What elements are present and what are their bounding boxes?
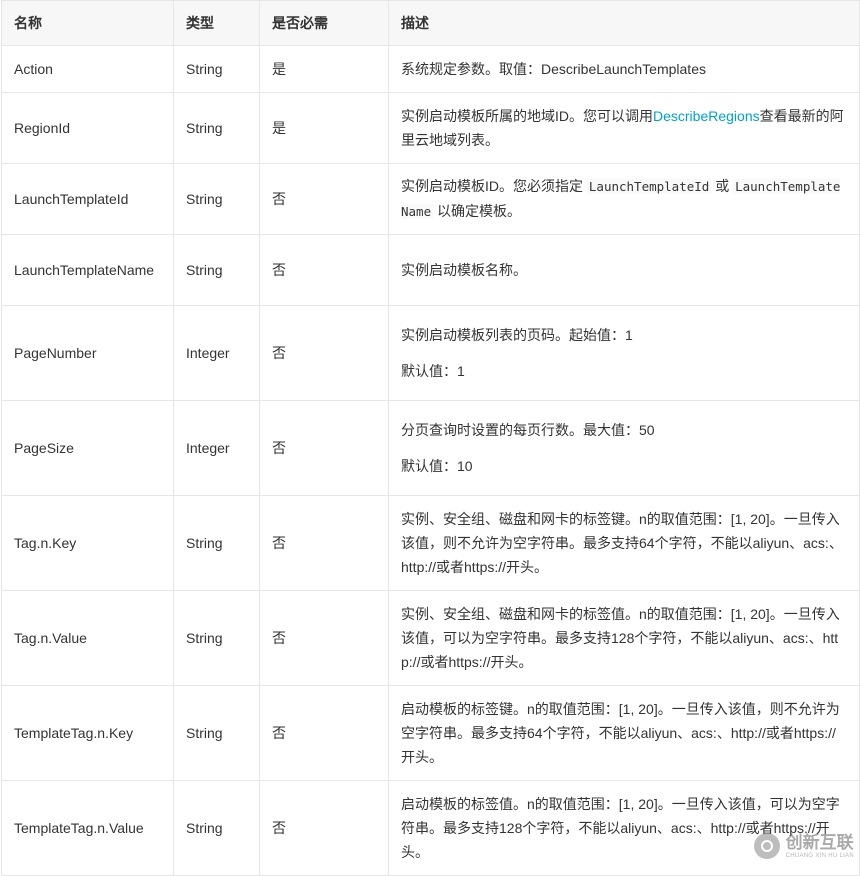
param-name: TemplateTag.n.Key (1, 685, 174, 781)
param-required: 否 (259, 163, 389, 235)
description-text: 实例启动模板列表的页码。起始值：1 (401, 327, 633, 343)
param-description: 系统规定参数。取值：DescribeLaunchTemplates (388, 45, 860, 93)
table-row: LaunchTemplateName String 否 实例启动模板名称。 (1, 234, 860, 306)
param-required: 是 (259, 92, 389, 164)
code-launch-template-id: LaunchTemplateId (586, 179, 712, 194)
describe-regions-link[interactable]: DescribeRegions (653, 108, 760, 124)
param-name: TemplateTag.n.Value (1, 780, 174, 876)
table-row: LaunchTemplateId String 否 实例启动模板ID。您必须指定… (1, 163, 860, 235)
param-description: 实例启动模板列表的页码。起始值：1 默认值：1 (388, 305, 860, 401)
param-required: 否 (259, 780, 389, 876)
param-required: 否 (259, 495, 389, 591)
description-text: 实例启动模板ID。您必须指定 LaunchTemplateId 或 Launch… (401, 174, 847, 224)
description-text-part: 或 (711, 178, 734, 194)
param-type: String (173, 234, 260, 306)
param-type: Integer (173, 400, 260, 496)
param-required: 否 (259, 685, 389, 781)
param-name: Action (1, 45, 174, 93)
table-row: PageNumber Integer 否 实例启动模板列表的页码。起始值：1 默… (1, 305, 860, 401)
param-type: String (173, 92, 260, 164)
table-row: TemplateTag.n.Key String 否 启动模板的标签键。n的取值… (1, 685, 860, 781)
param-description: 实例、安全组、磁盘和网卡的标签值。n的取值范围：[1, 20]。一旦传入该值，可… (388, 590, 860, 686)
table-row: TemplateTag.n.Value String 否 启动模板的标签值。n的… (1, 780, 860, 876)
watermark-text: 创新互联 CHUANG XIN HU LIAN (786, 834, 854, 859)
param-required: 是 (259, 45, 389, 93)
param-type: String (173, 495, 260, 591)
header-type: 类型 (173, 0, 260, 46)
default-value-text: 默认值：10 (401, 458, 473, 474)
param-description: 分页查询时设置的每页行数。最大值：50 默认值：10 (388, 400, 860, 496)
description-text-part: 以确定模板。 (433, 203, 521, 219)
description-text: 实例启动模板名称。 (401, 262, 527, 278)
header-description: 描述 (388, 0, 860, 46)
param-name: PageNumber (1, 305, 174, 401)
param-name: Tag.n.Key (1, 495, 174, 591)
param-description: 实例启动模板名称。 (388, 234, 860, 306)
param-type: String (173, 780, 260, 876)
param-description: 启动模板的标签值。n的取值范围：[1, 20]。一旦传入该值，可以为空字符串。最… (388, 780, 860, 876)
param-name: Tag.n.Value (1, 590, 174, 686)
description-text: 实例、安全组、磁盘和网卡的标签键。n的取值范围：[1, 20]。一旦传入该值，则… (401, 511, 843, 575)
param-required: 否 (259, 590, 389, 686)
param-type: String (173, 45, 260, 93)
table-row: RegionId String 是 实例启动模板所属的地域ID。您可以调用Des… (1, 92, 860, 164)
param-required: 否 (259, 305, 389, 401)
param-type: String (173, 163, 260, 235)
param-name: PageSize (1, 400, 174, 496)
param-name: LaunchTemplateId (1, 163, 174, 235)
param-description: 实例、安全组、磁盘和网卡的标签键。n的取值范围：[1, 20]。一旦传入该值，则… (388, 495, 860, 591)
table-row: Action String 是 系统规定参数。取值：DescribeLaunch… (1, 45, 860, 93)
param-description: 实例启动模板所属的地域ID。您可以调用DescribeRegions查看最新的阿… (388, 92, 860, 164)
param-type: String (173, 590, 260, 686)
description-text: 系统规定参数。取值：DescribeLaunchTemplates (401, 61, 706, 77)
param-name: LaunchTemplateName (1, 234, 174, 306)
description-text: 实例启动模板所属的地域ID。您可以调用DescribeRegions查看最新的阿… (401, 104, 847, 152)
watermark: 创新互联 CHUANG XIN HU LIAN (753, 833, 854, 859)
param-type: String (173, 685, 260, 781)
param-description: 实例启动模板ID。您必须指定 LaunchTemplateId 或 Launch… (388, 163, 860, 235)
param-description: 启动模板的标签键。n的取值范围：[1, 20]。一旦传入该值，则不允许为空字符串… (388, 685, 860, 781)
logo-icon (753, 833, 780, 859)
table-row: Tag.n.Key String 否 实例、安全组、磁盘和网卡的标签键。n的取值… (1, 495, 860, 591)
header-required: 是否必需 (259, 0, 389, 46)
header-name: 名称 (1, 0, 174, 46)
table-header-row: 名称 类型 是否必需 描述 (1, 0, 860, 46)
param-type: Integer (173, 305, 260, 401)
default-value-text: 默认值：1 (401, 363, 465, 379)
description-text-part: 实例启动模板所属的地域ID。您可以调用 (401, 108, 653, 124)
description-text-part: 实例启动模板ID。您必须指定 (401, 178, 587, 194)
parameters-table: 名称 类型 是否必需 描述 Action String 是 系统规定参数。取值：… (1, 0, 860, 876)
table-row: Tag.n.Value String 否 实例、安全组、磁盘和网卡的标签值。n的… (1, 590, 860, 686)
param-required: 否 (259, 234, 389, 306)
watermark-brand-en: CHUANG XIN HU LIAN (785, 852, 854, 859)
description-text: 启动模板的标签键。n的取值范围：[1, 20]。一旦传入该值，则不允许为空字符串… (401, 701, 840, 765)
table-row: PageSize Integer 否 分页查询时设置的每页行数。最大值：50 默… (1, 400, 860, 496)
param-name: RegionId (1, 92, 174, 164)
description-text: 分页查询时设置的每页行数。最大值：50 (401, 422, 655, 438)
description-text: 实例、安全组、磁盘和网卡的标签值。n的取值范围：[1, 20]。一旦传入该值，可… (401, 606, 840, 670)
param-required: 否 (259, 400, 389, 496)
watermark-brand-cn: 创新互联 (785, 832, 854, 852)
